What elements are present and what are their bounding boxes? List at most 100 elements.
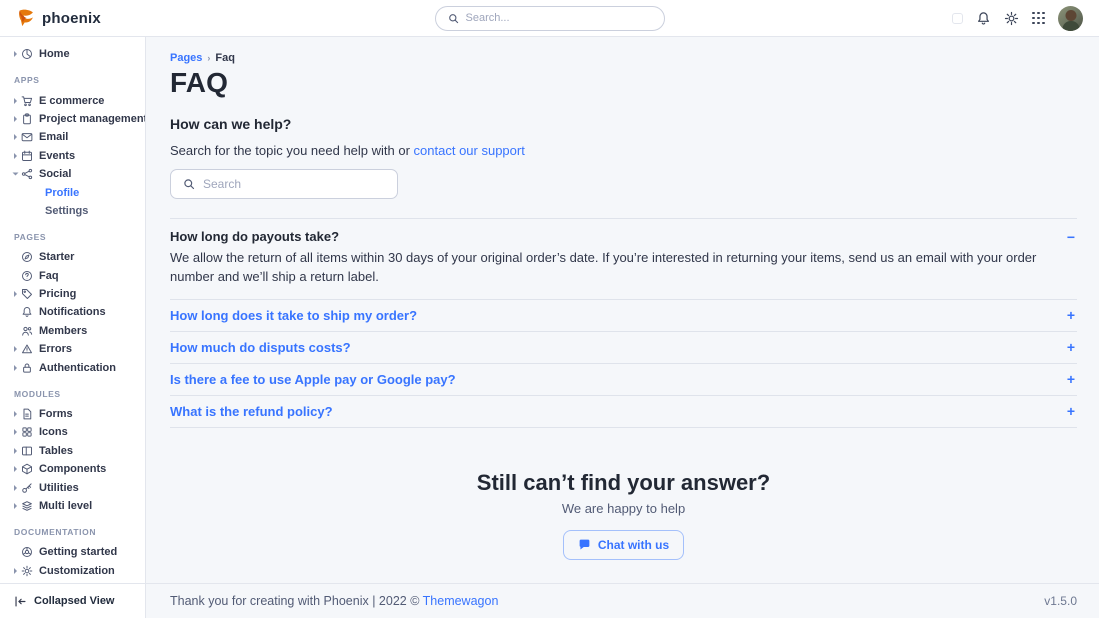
search-icon <box>448 13 459 24</box>
expand-plus-icon[interactable]: + <box>1067 340 1077 354</box>
sidebar-item-e-commerce[interactable]: E commerce <box>14 91 139 109</box>
caret-icon <box>14 116 17 122</box>
faq-question: How much do disputs costs? <box>170 340 351 355</box>
sidebar-item-email[interactable]: Email <box>14 128 139 146</box>
sidebar-item-faq[interactable]: Faq <box>14 267 139 285</box>
sidebar-item-label: Tables <box>39 445 73 457</box>
faq-search-input[interactable] <box>203 177 385 191</box>
user-avatar[interactable] <box>1058 6 1083 31</box>
sidebar-item-project-management[interactable]: Project management <box>14 110 139 128</box>
faq-question-row[interactable]: How long do payouts take? − <box>170 229 1077 244</box>
faq-question-row[interactable]: Is there a fee to use Apple pay or Googl… <box>170 372 1077 387</box>
sidebar-item-label: Home <box>39 48 70 60</box>
sidebar-section-label-pages: PAGES <box>14 232 139 241</box>
pie-chart-icon <box>21 48 33 60</box>
contact-support-link[interactable]: contact our support <box>414 143 525 158</box>
caret-icon <box>14 365 17 371</box>
navbar-actions <box>952 6 1083 31</box>
caret-icon <box>13 173 19 176</box>
breadcrumb-pages-link[interactable]: Pages <box>170 52 202 64</box>
faq-question-row[interactable]: What is the refund policy? + <box>170 404 1077 419</box>
sidebar-item-tables[interactable]: Tables <box>14 442 139 460</box>
faq-question: How long do payouts take? <box>170 229 339 244</box>
global-search-input[interactable] <box>466 12 652 24</box>
faq-item: What is the refund policy? + <box>170 396 1077 428</box>
grid-icon <box>21 426 33 438</box>
sidebar-item-starter[interactable]: Starter <box>14 248 139 266</box>
faq-item: How long do payouts take? − We allow the r… <box>170 219 1077 300</box>
sidebar-section-label-apps: APPS <box>14 75 139 84</box>
caret-icon <box>14 568 17 574</box>
table-icon <box>21 445 33 457</box>
themewagon-link[interactable]: Themewagon <box>423 594 499 608</box>
chat-with-us-button[interactable]: Chat with us <box>563 530 684 560</box>
help-text: Search for the topic you need help with … <box>170 143 1077 158</box>
sidebar-item-customization[interactable]: Customization <box>14 562 139 580</box>
collapse-minus-icon[interactable]: − <box>1067 230 1077 244</box>
sidebar-item-label: Icons <box>39 426 68 438</box>
sidebar-item-members[interactable]: Members <box>14 322 139 340</box>
sidebar-item-multi-level[interactable]: Multi level <box>14 497 139 515</box>
sidebar-item-events[interactable]: Events <box>14 147 139 165</box>
faq-question: What is the refund policy? <box>170 404 333 419</box>
sidebar-item-pricing[interactable]: Pricing <box>14 285 139 303</box>
breadcrumb: Pages › Faq <box>170 52 1077 64</box>
sidebar-item-label: Utilities <box>39 482 79 494</box>
caret-icon <box>14 51 17 57</box>
sidebar-nav: Home APPS E commerce Project managementEmai… <box>0 37 145 583</box>
caret-icon <box>14 485 17 491</box>
collapse-arrow-icon <box>14 595 27 608</box>
top-navbar: phoenix <box>0 0 1099 37</box>
footer-credit: Thank you for creating with Phoenix | 20… <box>170 594 498 608</box>
settings-gear-icon[interactable] <box>1004 11 1019 26</box>
sidebar-item-forms[interactable]: Forms <box>14 405 139 423</box>
sidebar-item-icons[interactable]: Icons <box>14 423 139 441</box>
apps-grid-icon[interactable] <box>1032 12 1045 25</box>
caret-icon <box>14 448 17 454</box>
global-search[interactable] <box>435 6 665 31</box>
sidebar-item-profile[interactable]: Profile <box>14 183 139 201</box>
sidebar-item-label: Errors <box>39 343 72 355</box>
sidebar-item-label: Customization <box>39 565 115 577</box>
envelope-icon <box>21 131 33 143</box>
sidebar-item-label: Pricing <box>39 288 76 300</box>
faq-search-box[interactable] <box>170 169 398 199</box>
sidebar-item-getting-started[interactable]: Getting started <box>14 543 139 561</box>
faq-answer: We allow the return of all items within … <box>170 249 1077 287</box>
sidebar-item-settings[interactable]: Settings <box>14 202 139 220</box>
expand-plus-icon[interactable]: + <box>1067 404 1077 418</box>
breadcrumb-separator: › <box>207 53 210 63</box>
sidebar-item-label: Faq <box>39 270 59 282</box>
expand-plus-icon[interactable]: + <box>1067 308 1077 322</box>
share-icon <box>21 168 33 180</box>
sidebar-item-authentication[interactable]: Authentication <box>14 358 139 376</box>
faq-question-row[interactable]: How much do disputs costs? + <box>170 340 1077 355</box>
sidebar-item-errors[interactable]: Errors <box>14 340 139 358</box>
phoenix-logo[interactable]: phoenix <box>16 8 101 28</box>
sidebar-item-social[interactable]: Social <box>14 165 139 183</box>
caret-icon <box>14 153 17 159</box>
collapse-sidebar-button[interactable]: Collapsed View <box>0 583 145 618</box>
sidebar-item-home[interactable]: Home <box>14 45 139 63</box>
cta-section: Still can’t find your answer? We are hap… <box>170 470 1077 560</box>
chat-bubble-icon <box>578 538 591 551</box>
brand-name: phoenix <box>42 10 101 27</box>
gear-icon <box>21 565 33 577</box>
theme-toggle-icon[interactable] <box>952 13 963 24</box>
sidebar-item-notifications[interactable]: Notifications <box>14 303 139 321</box>
package-icon <box>21 463 33 475</box>
notifications-bell-icon[interactable] <box>976 11 991 26</box>
faq-question-row[interactable]: How long does it take to ship my order?+ <box>170 308 1077 323</box>
caret-icon <box>14 98 17 104</box>
page-footer: Thank you for creating with Phoenix | 20… <box>146 583 1099 618</box>
users-icon <box>21 325 33 337</box>
version-label: v1.5.0 <box>1044 594 1077 608</box>
sidebar-item-label: E commerce <box>39 95 104 107</box>
sidebar-item-utilities[interactable]: Utilities <box>14 478 139 496</box>
expand-plus-icon[interactable]: + <box>1067 372 1077 386</box>
warning-triangle-icon <box>21 343 33 355</box>
faq-question: Is there a fee to use Apple pay or Googl… <box>170 372 456 387</box>
chat-button-label: Chat with us <box>598 538 669 552</box>
sidebar-item-components[interactable]: Components <box>14 460 139 478</box>
sidebar-item-label: Forms <box>39 408 73 420</box>
